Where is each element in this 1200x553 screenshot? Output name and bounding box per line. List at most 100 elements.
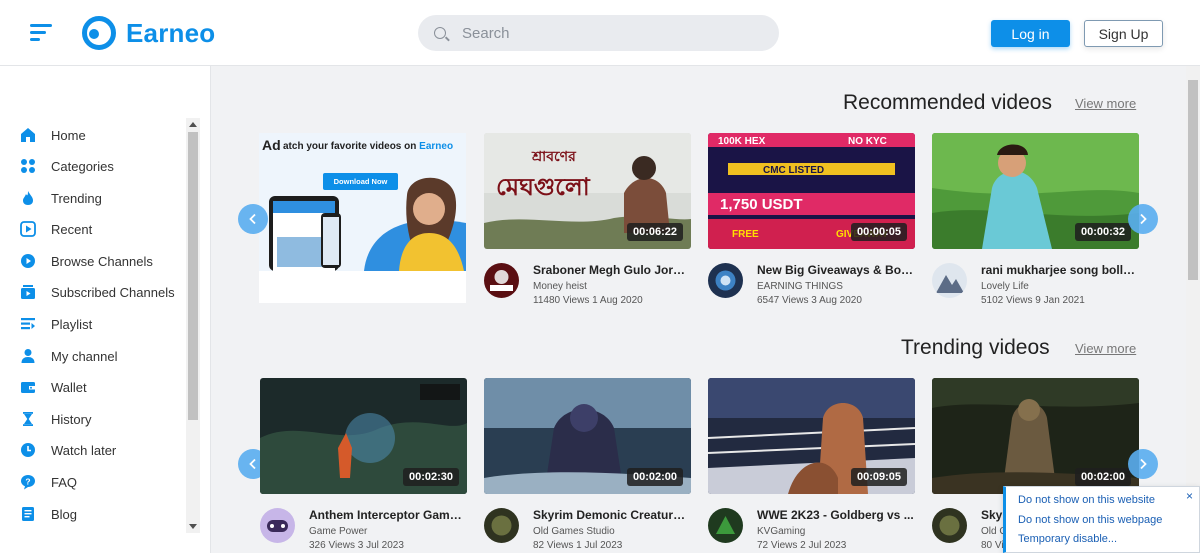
sidebar-item-browse-channels[interactable]: Browse Channels: [20, 251, 153, 271]
sidebar-item-my-channel[interactable]: My channel: [20, 346, 117, 366]
video-duration: 00:06:22: [626, 223, 683, 241]
channel-avatar[interactable]: [260, 508, 295, 543]
trending-view-more-link[interactable]: View more: [1075, 341, 1136, 356]
sidebar-item-blog[interactable]: Blog: [20, 504, 77, 524]
wallet-icon: [20, 379, 36, 395]
sidebar-item-home[interactable]: Home: [20, 125, 86, 145]
video-card[interactable]: 00:00:32 rani mukharjee song bollyw... L…: [932, 133, 1139, 306]
ad-block-popup: × Do not show on this website Do not sho…: [1003, 486, 1200, 553]
popup-option-website[interactable]: Do not show on this website: [1018, 494, 1155, 506]
sidebar-item-history[interactable]: History: [20, 409, 91, 429]
video-thumbnail[interactable]: 00:00:32: [932, 133, 1139, 249]
sidebar-item-label: Trending: [51, 190, 102, 206]
popup-option-webpage[interactable]: Do not show on this webpage: [1018, 514, 1162, 526]
video-meta: New Big Giveaways & Bou... EARNING THING…: [708, 263, 915, 306]
sidebar-item-faq[interactable]: ? FAQ: [20, 472, 77, 492]
clock-icon: [20, 442, 36, 458]
video-channel[interactable]: Game Power: [309, 526, 367, 537]
brand-logo[interactable]: Earneo: [82, 16, 215, 50]
page-scroll-thumb[interactable]: [1188, 80, 1198, 280]
video-card[interactable]: 00:02:00 Sky Old G 80 Vi: [932, 378, 1139, 551]
video-thumbnail[interactable]: 00:09:05: [708, 378, 915, 494]
channel-avatar[interactable]: [484, 508, 519, 543]
scroll-down-icon[interactable]: [189, 524, 197, 529]
user-icon: [20, 348, 36, 364]
video-card[interactable]: 100K HEX NO KYC CMC LISTED 1,750 USDT FR…: [708, 133, 915, 306]
video-duration: 00:09:05: [850, 468, 907, 486]
blog-icon: [20, 506, 36, 522]
sidebar-item-label: Wallet: [51, 379, 87, 395]
video-thumbnail[interactable]: মেঘগুলো শ্রাবণের 00:06:22: [484, 133, 691, 249]
svg-text:100K HEX: 100K HEX: [718, 136, 766, 147]
video-meta: Skyrim Demonic Creatures ... Old Games S…: [484, 508, 691, 551]
video-thumbnail[interactable]: 100K HEX NO KYC CMC LISTED 1,750 USDT FR…: [708, 133, 915, 249]
video-channel[interactable]: EARNING THINGS: [757, 281, 843, 292]
sidebar-item-subscribed-channels[interactable]: Subscribed Channels: [20, 282, 175, 302]
video-channel[interactable]: Lovely Life: [981, 281, 1029, 292]
video-stats: 80 Vi: [981, 540, 1004, 551]
video-title[interactable]: New Big Giveaways & Bou...: [757, 263, 915, 277]
sidebar-scroll-thumb[interactable]: [188, 132, 198, 420]
video-title[interactable]: rani mukharjee song bollyw...: [981, 263, 1139, 277]
video-stats: 11480 Views 1 Aug 2020: [533, 295, 643, 306]
ad-card[interactable]: Ad atch your favorite videos on Earneo D…: [259, 133, 466, 303]
channel-avatar[interactable]: [484, 263, 519, 298]
video-duration: 00:00:32: [1074, 223, 1131, 241]
video-thumbnail[interactable]: 00:02:00: [484, 378, 691, 494]
sidebar-item-trending[interactable]: Trending: [20, 188, 102, 208]
scroll-up-icon[interactable]: [189, 122, 197, 127]
video-title[interactable]: Skyrim Demonic Creatures ...: [533, 508, 691, 522]
hourglass-icon: [20, 411, 36, 427]
ad-download-button[interactable]: Download Now: [323, 173, 398, 190]
home-icon: [20, 127, 36, 143]
trending-next-arrow[interactable]: [1128, 449, 1158, 479]
svg-text:CMC LISTED: CMC LISTED: [763, 165, 824, 176]
page-scrollbar[interactable]: [1186, 66, 1200, 553]
channel-avatar[interactable]: [708, 508, 743, 543]
video-duration: 00:02:00: [626, 468, 683, 486]
svg-text:NO KYC: NO KYC: [848, 136, 887, 147]
ad-banner-image: [259, 133, 466, 271]
video-thumbnail[interactable]: 00:02:00: [932, 378, 1139, 494]
sidebar-item-label: Categories: [51, 158, 114, 174]
sidebar-item-recent[interactable]: Recent: [20, 219, 92, 239]
sidebar-item-label: Playlist: [51, 316, 93, 332]
video-card[interactable]: 00:02:00 Skyrim Demonic Creatures ... Ol…: [484, 378, 691, 551]
recommended-next-arrow[interactable]: [1128, 204, 1158, 234]
video-card[interactable]: 00:02:30 Anthem Interceptor Gamep... Gam…: [260, 378, 467, 551]
sidebar-item-label: Recent: [51, 221, 93, 237]
recommended-view-more-link[interactable]: View more: [1075, 96, 1136, 111]
video-card[interactable]: মেঘগুলো শ্রাবণের 00:06:22 Sraboner Megh …: [484, 133, 691, 306]
video-channel[interactable]: Money heist: [533, 281, 587, 292]
video-meta: WWE 2K23 - Goldberg vs ... KVGaming 72 V…: [708, 508, 915, 551]
video-title[interactable]: Sraboner Megh Gulo Joro H...: [533, 263, 691, 277]
search-input[interactable]: [462, 24, 742, 42]
chevron-right-icon: [1140, 213, 1147, 225]
sidebar-item-watch-later[interactable]: Watch later: [20, 440, 116, 460]
video-channel[interactable]: KVGaming: [757, 526, 805, 537]
video-title[interactable]: WWE 2K23 - Goldberg vs ...: [757, 508, 915, 522]
recommended-prev-arrow[interactable]: [238, 204, 268, 234]
login-button[interactable]: Log in: [991, 20, 1070, 47]
flame-icon: [20, 190, 36, 206]
video-thumbnail[interactable]: 00:02:30: [260, 378, 467, 494]
popup-option-temporary[interactable]: Temporary disable...: [1018, 533, 1117, 545]
channel-avatar[interactable]: [932, 508, 967, 543]
sidebar-scrollbar[interactable]: [186, 118, 200, 533]
ad-label: Ad: [262, 137, 281, 153]
menu-icon[interactable]: [30, 24, 54, 42]
video-title[interactable]: Anthem Interceptor Gamep...: [309, 508, 467, 522]
channel-avatar[interactable]: [932, 263, 967, 298]
sidebar-item-playlist[interactable]: Playlist: [20, 314, 92, 334]
video-channel[interactable]: Old Games Studio: [533, 526, 615, 537]
sidebar-item-categories[interactable]: Categories: [20, 156, 114, 176]
video-card[interactable]: 00:09:05 WWE 2K23 - Goldberg vs ... KVGa…: [708, 378, 915, 551]
channel-avatar[interactable]: [708, 263, 743, 298]
recent-icon: [20, 221, 36, 237]
close-icon[interactable]: ×: [1186, 489, 1193, 503]
svg-text:?: ?: [25, 476, 30, 486]
chevron-left-icon: [249, 458, 256, 470]
signup-button[interactable]: Sign Up: [1084, 20, 1163, 47]
sidebar-item-label: Subscribed Channels: [51, 284, 175, 300]
sidebar-item-wallet[interactable]: Wallet: [20, 377, 87, 397]
